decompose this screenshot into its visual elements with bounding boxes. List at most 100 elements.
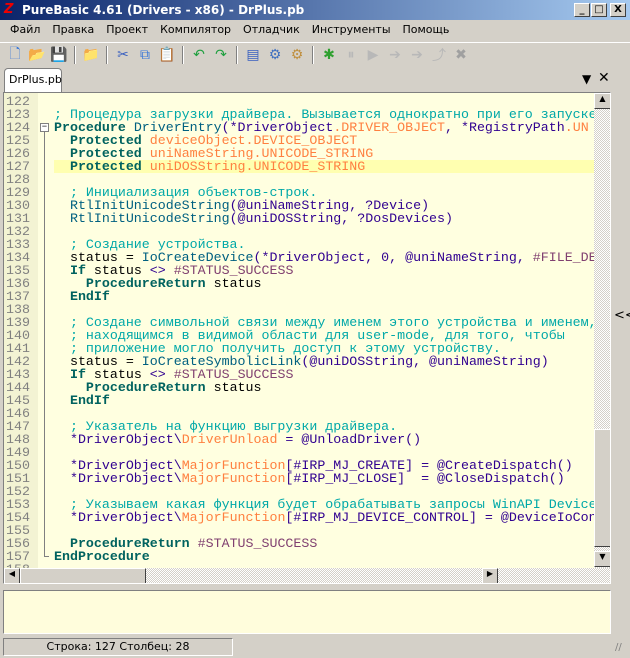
code-line[interactable]: 154 *DriverObject\MajorFunction[#IRP_MJ_…	[4, 511, 594, 524]
token-v: *DriverObject\	[69, 510, 182, 525]
code-text: *DriverObject\MajorFunction[#IRP_MJ_CLOS…	[54, 472, 565, 485]
token-t	[54, 510, 70, 525]
code-text: RtlInitUnicodeString(@uniDOSString, ?Dos…	[54, 212, 453, 225]
code-text: EndIf	[54, 290, 110, 303]
token-t	[54, 432, 70, 447]
token-o: MajorFunction	[181, 510, 286, 525]
menu-4[interactable]: Отладчик	[237, 20, 306, 40]
redo-icon[interactable]: ↷	[211, 45, 231, 65]
continue-icon[interactable]: ▶	[363, 45, 383, 65]
token-o: .UN	[564, 120, 589, 135]
token-v: *DriverObject\	[69, 471, 182, 486]
menu-3[interactable]: Компилятор	[154, 20, 237, 40]
step-icon[interactable]: ➔	[385, 45, 405, 65]
menu-1[interactable]: Правка	[46, 20, 100, 40]
code-editor[interactable]: 122 123; Процедура загрузки драйвера. Выз…	[3, 92, 611, 584]
token-t	[54, 393, 70, 408]
menu-bar: Файл Правка Проект Компилятор Отладчик Инстру…	[0, 20, 630, 40]
tab-list-button[interactable]: ▼	[582, 72, 591, 86]
close-window-button[interactable]: X	[610, 3, 626, 17]
toolbar-separator	[106, 45, 108, 64]
token-t	[54, 289, 70, 304]
code-text: EndIf	[54, 394, 110, 407]
paste-icon[interactable]: 📋	[157, 45, 177, 65]
kill-icon[interactable]: ✖	[451, 45, 471, 65]
token-t	[190, 536, 198, 551]
save-icon[interactable]: 💾	[49, 45, 69, 65]
token-v: (@uniDOSString, @uniNameString)	[301, 354, 549, 369]
compiler-options-icon[interactable]: ⚙	[287, 45, 307, 65]
resize-grip-icon[interactable]: //	[615, 642, 622, 653]
code-line[interactable]: 137 EndIf	[4, 290, 594, 303]
minimize-button[interactable]: _	[574, 3, 590, 17]
scroll-down-button[interactable]: ▼	[594, 551, 610, 567]
new-file-icon[interactable]: 🗋	[5, 45, 25, 65]
scroll-right-button[interactable]: ▶	[482, 568, 498, 583]
step-over-icon[interactable]: ➔	[407, 45, 427, 65]
menu-0[interactable]: Файл	[4, 20, 46, 40]
code-text: Protected uniDOSString.UNICODE_STRING	[54, 160, 594, 173]
token-t	[54, 159, 70, 174]
purebasic-logo-icon: Z	[4, 2, 14, 17]
code-line[interactable]: 131 RtlInitUnicodeString(@uniDOSString, …	[4, 212, 594, 225]
code-line[interactable]: 151 *DriverObject\MajorFunction[#IRP_MJ_…	[4, 472, 594, 485]
status-bar-position: Строка: 127 Столбец: 28	[3, 638, 233, 656]
token-t: status	[205, 380, 262, 395]
output-panel[interactable]	[3, 590, 611, 634]
code-text: *DriverObject\DriverUnload = @UnloadDriv…	[54, 433, 421, 446]
token-cst: #FILE_DE	[532, 250, 594, 265]
cut-icon[interactable]: ✂	[113, 45, 133, 65]
procedure-browser-icon[interactable]: ▤	[243, 45, 263, 65]
toolbar-separator	[74, 45, 76, 64]
token-o: uniDOSString.UNICODE_STRING	[149, 159, 366, 174]
code-line[interactable]: 148 *DriverObject\DriverUnload = @Unload…	[4, 433, 594, 446]
copy-icon[interactable]: ⧉	[135, 45, 155, 65]
title-bar: PureBasic 4.61 (Drivers - x86) - DrPlus.…	[0, 0, 630, 20]
close-file-icon[interactable]: 📁	[81, 45, 101, 65]
menu-6[interactable]: Помощь	[397, 20, 456, 40]
pause-icon[interactable]: ⏸	[341, 45, 361, 65]
open-file-icon[interactable]: 📂	[27, 45, 47, 65]
horizontal-scrollbar[interactable]: ◀ ▶	[4, 568, 610, 583]
vertical-scroll-thumb[interactable]	[594, 429, 610, 547]
step-out-icon[interactable]: ⤴	[429, 45, 449, 65]
code-area[interactable]: 122 123; Процедура загрузки драйвера. Выз…	[4, 95, 594, 569]
debugger-icon[interactable]: ✱	[319, 45, 339, 65]
scroll-left-button[interactable]: ◀	[4, 568, 20, 583]
token-t: status	[205, 276, 262, 291]
token-t	[54, 211, 70, 226]
tab-drplus[interactable]: DrPlus.pb	[4, 68, 62, 92]
token-o: DriverUnload	[181, 432, 278, 447]
side-panel-toggle[interactable]: <<<	[614, 308, 630, 323]
toolbar-separator	[182, 45, 184, 64]
horizontal-scroll-thumb[interactable]	[20, 568, 146, 583]
code-text: EndProcedure	[54, 550, 150, 563]
menu-5[interactable]: Инструменты	[306, 20, 397, 40]
token-t	[142, 159, 150, 174]
undo-icon[interactable]: ↶	[189, 45, 209, 65]
vertical-scrollbar[interactable]: ▲ ▼	[594, 93, 610, 569]
token-v: [#IRP_MJ_CLOSE] = @CloseDispatch()	[285, 471, 565, 486]
fold-toggle-icon[interactable]: −	[40, 123, 49, 132]
token-v: (@uniDOSString, ?DosDevices)	[229, 211, 453, 226]
code-text: *DriverObject\MajorFunction[#IRP_MJ_DEVI…	[54, 511, 594, 524]
code-line[interactable]: 127 Protected uniDOSString.UNICODE_STRIN…	[4, 160, 594, 173]
token-v: (*DriverObject, 0, @uniNameString,	[253, 250, 533, 265]
code-line[interactable]: 145 EndIf	[4, 394, 594, 407]
fold-end-marker	[44, 550, 49, 557]
code-line[interactable]: 157 EndProcedure	[4, 550, 594, 563]
token-o: MajorFunction	[181, 471, 286, 486]
compile-run-icon[interactable]: ⚙	[265, 45, 285, 65]
token-v: [#IRP_MJ_DEVICE_CONTROL] = @DeviceIoCon	[285, 510, 594, 525]
token-v: *DriverObject\	[69, 432, 182, 447]
close-tab-button[interactable]: ✕	[598, 70, 610, 86]
token-v: = @UnloadDriver()	[277, 432, 422, 447]
maximize-button[interactable]: □	[591, 3, 607, 17]
menu-2[interactable]: Проект	[100, 20, 154, 40]
toolbar-separator	[312, 45, 314, 64]
scroll-up-button[interactable]: ▲	[594, 93, 610, 109]
toolbar: 🗋 📂 💾 📁 ✂ ⧉ 📋 ↶ ↷ ▤ ⚙ ⚙ ✱ ⏸ ▶ ➔ ➔ ⤴ ✖	[0, 42, 630, 66]
window-title: PureBasic 4.61 (Drivers - x86) - DrPlus.…	[22, 3, 305, 17]
token-k: EndIf	[69, 393, 110, 408]
token-f: RtlInitUnicodeString	[69, 211, 230, 226]
